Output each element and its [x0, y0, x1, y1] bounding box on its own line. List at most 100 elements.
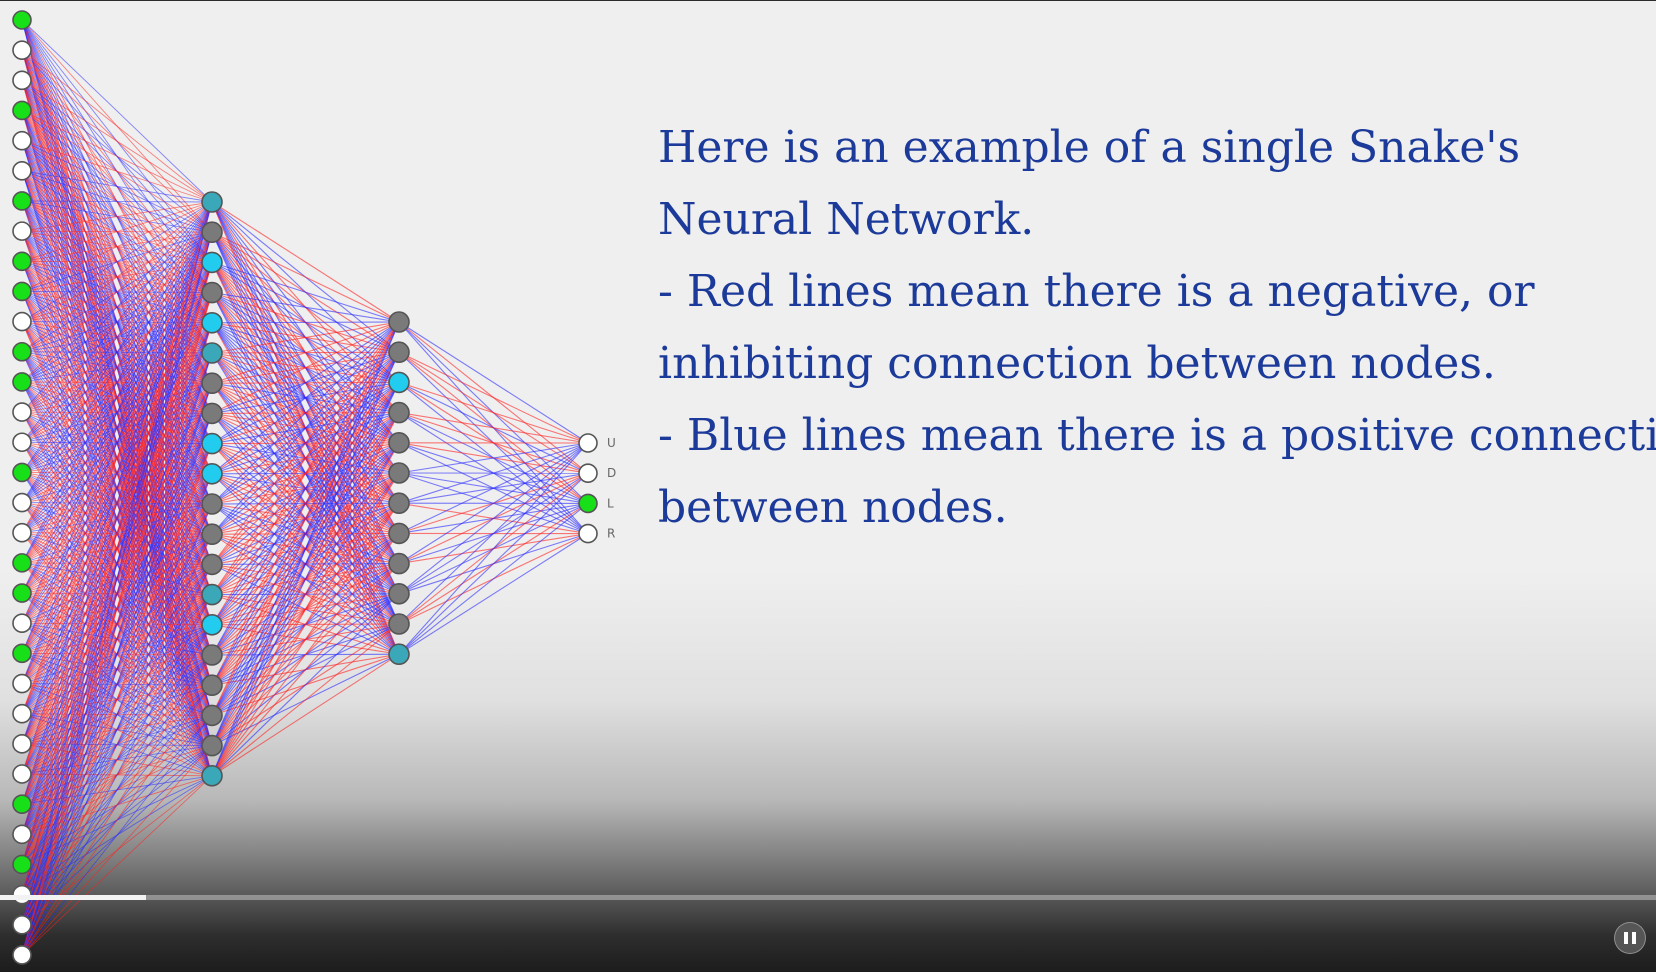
- connection-lines: [21, 19, 589, 956]
- input-node: [12, 794, 32, 814]
- input-node: [12, 70, 32, 91]
- hidden-node: [388, 431, 410, 454]
- input-node: [12, 10, 32, 30]
- hidden-node: [201, 553, 223, 576]
- positive-connection: [398, 442, 589, 655]
- input-node: [12, 583, 32, 603]
- hidden-node: [201, 311, 223, 334]
- hidden-node: [201, 583, 223, 606]
- hidden-node: [388, 522, 410, 545]
- output-label: L: [607, 496, 614, 510]
- video-player[interactable]: U D L R Here is an example of a single Snak…: [0, 0, 1656, 977]
- hidden-node: [201, 281, 223, 304]
- input-node: [12, 643, 32, 664]
- hidden-node: [388, 371, 410, 394]
- positive-connection: [398, 533, 589, 655]
- hidden-node: [201, 764, 223, 787]
- hidden-node: [388, 582, 410, 605]
- input-node: [12, 914, 32, 935]
- pause-icon: [1624, 932, 1636, 944]
- negative-connection: [398, 351, 589, 444]
- input-node: [12, 553, 32, 573]
- input-node: [12, 854, 32, 875]
- input-node: [12, 100, 32, 121]
- caption-text: Here is an example of a single Snake's N…: [658, 112, 1656, 544]
- hidden-node: [201, 734, 223, 757]
- hidden-node: [201, 704, 223, 727]
- hidden-node: [201, 462, 223, 485]
- hidden-node: [201, 191, 223, 213]
- hidden-node: [388, 311, 410, 333]
- input-node: [12, 311, 32, 332]
- output-node: [578, 433, 598, 453]
- progress-bar[interactable]: [0, 895, 1656, 900]
- input-node: [12, 402, 32, 422]
- caption-line-2: Neural Network.: [658, 194, 1035, 245]
- input-node: [12, 161, 32, 181]
- positive-connection: [398, 472, 589, 655]
- bottom-bar: [0, 972, 1656, 977]
- input-node: [12, 613, 32, 634]
- input-node: [12, 945, 32, 965]
- negative-connection: [398, 412, 589, 444]
- hidden-node: [201, 402, 223, 425]
- output-node: [578, 463, 598, 484]
- input-node: [12, 764, 32, 784]
- hidden-node: [388, 462, 410, 484]
- input-node: [12, 281, 32, 302]
- progress-bar-fill: [0, 895, 146, 900]
- positive-connection: [398, 321, 589, 444]
- hidden-node: [201, 372, 223, 395]
- hidden-node: [201, 523, 223, 546]
- hidden-node: [388, 341, 410, 364]
- input-node: [12, 673, 32, 694]
- video-frame: U D L R Here is an example of a single Snak…: [0, 0, 1656, 977]
- input-node: [12, 492, 32, 513]
- output-labels: U D L R: [607, 436, 616, 541]
- input-node: [12, 522, 32, 543]
- frame-top-edge: [0, 0, 1656, 1]
- input-node: [12, 824, 32, 845]
- input-node: [12, 251, 32, 272]
- hidden-node: [201, 493, 223, 515]
- positive-connection: [398, 442, 589, 595]
- hidden-node: [388, 613, 410, 635]
- hidden-node: [201, 342, 223, 364]
- neural-network-diagram: U D L R: [12, 10, 616, 965]
- output-node: [578, 523, 598, 544]
- input-node: [12, 432, 32, 453]
- positive-connection: [211, 593, 400, 777]
- input-node: [12, 462, 32, 483]
- hidden-node: [388, 552, 410, 575]
- input-node: [12, 734, 32, 754]
- hidden-node: [201, 221, 223, 243]
- input-node: [12, 191, 32, 211]
- input-node: [12, 341, 32, 362]
- positive-connection: [398, 502, 589, 655]
- hidden-node: [388, 643, 410, 666]
- caption-line-1: Here is an example of a single Snake's: [658, 122, 1521, 173]
- input-node: [12, 703, 32, 724]
- input-node: [12, 130, 32, 151]
- caption-line-5: - Blue lines mean there is a positive co…: [658, 410, 1656, 461]
- hidden-node: [201, 674, 223, 697]
- hidden-node: [201, 613, 223, 636]
- negative-connection: [211, 653, 400, 777]
- output-label: R: [607, 527, 615, 541]
- hidden-node: [201, 251, 223, 274]
- pause-button[interactable]: [1614, 922, 1646, 954]
- output-node: [578, 493, 598, 514]
- output-label: D: [607, 466, 616, 480]
- negative-connection: [398, 381, 589, 444]
- hidden-node: [201, 432, 223, 455]
- hidden-node: [201, 644, 223, 666]
- caption-line-4: inhibiting connection between nodes.: [658, 338, 1496, 389]
- input-node: [12, 221, 32, 241]
- caption-line-6: between nodes.: [658, 482, 1008, 533]
- input-node: [12, 40, 32, 60]
- hidden-node: [388, 401, 410, 424]
- output-label: U: [607, 436, 616, 450]
- hidden-node: [388, 492, 410, 515]
- caption-line-3: - Red lines mean there is a negative, or: [658, 266, 1535, 317]
- input-node: [12, 372, 32, 392]
